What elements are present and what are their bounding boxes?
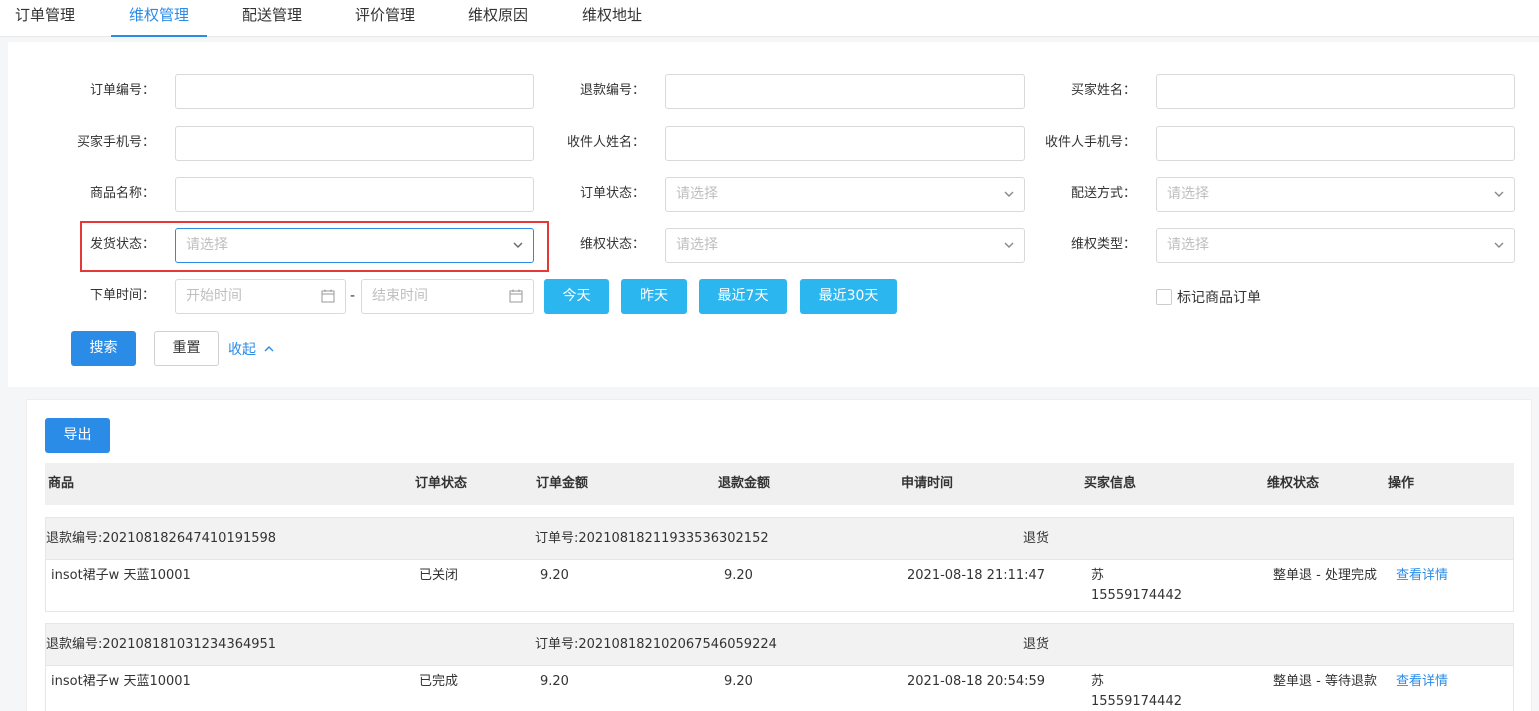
start-time-placeholder: 开始时间	[186, 288, 242, 304]
refund-no-label: 退款编号：	[579, 83, 645, 98]
refund-type: 退货	[1023, 637, 1050, 652]
tab-rights-address[interactable]: 维权地址	[582, 0, 642, 37]
product-name: insot裙子w 天蓝10001	[51, 674, 191, 689]
rights-type-label: 维权类型：	[1070, 237, 1136, 252]
rights-status-placeholder: 请选择	[676, 237, 718, 253]
th-action: 操作	[1388, 476, 1415, 491]
last-7-days-button[interactable]: 最近7天	[699, 279, 787, 314]
delivery-method-select[interactable]: 请选择	[1156, 177, 1515, 212]
collapse-link[interactable]: 收起	[228, 339, 274, 359]
refund-type: 退货	[1023, 531, 1050, 546]
calendar-icon	[509, 289, 523, 303]
tab-review-management[interactable]: 评价管理	[355, 0, 415, 37]
refund-amount: 9.20	[724, 568, 753, 583]
chevron-down-icon	[1494, 240, 1504, 250]
product-name-label: 商品名称：	[89, 186, 155, 201]
yesterday-button[interactable]: 昨天	[621, 279, 687, 314]
ship-status-placeholder: 请选择	[186, 237, 228, 253]
buyer-phone: 15559174442	[1091, 588, 1182, 603]
filter-panel: 订单编号： 退款编号： 买家姓名： 买家手机号： 收件人姓名： 收件人手机号： …	[8, 42, 1539, 387]
th-order-status: 订单状态	[415, 476, 468, 491]
order-status-label: 订单状态：	[579, 186, 645, 201]
view-details-link[interactable]: 查看详情	[1396, 673, 1448, 691]
th-refund-amount: 退款金额	[718, 476, 771, 491]
start-time-input[interactable]: 开始时间	[175, 279, 346, 314]
order-card-header: 退款编号:202108181031234364951 订单号:202108182…	[46, 624, 1513, 666]
order-status-select[interactable]: 请选择	[665, 177, 1025, 212]
last-30-days-button[interactable]: 最近30天	[800, 279, 897, 314]
tab-rights-management[interactable]: 维权管理	[111, 0, 208, 37]
rights-status-label: 维权状态：	[579, 237, 645, 252]
receiver-phone-label: 收件人手机号：	[1044, 135, 1136, 150]
rights-type-placeholder: 请选择	[1167, 237, 1209, 253]
rights-status: 整单退 - 处理完成	[1273, 568, 1377, 583]
rights-type-select[interactable]: 请选择	[1156, 228, 1515, 263]
delivery-method-label: 配送方式：	[1070, 186, 1136, 201]
tab-order-management[interactable]: 订单管理	[15, 0, 75, 37]
chevron-down-icon	[1494, 189, 1504, 199]
order-status-placeholder: 请选择	[676, 186, 718, 202]
order-amount: 9.20	[540, 568, 569, 583]
table-header: 商品 订单状态 订单金额 退款金额 申请时间 买家信息 维权状态 操作	[45, 463, 1514, 505]
refund-number: 退款编号:202108181031234364951	[46, 637, 277, 652]
rights-status: 整单退 - 等待退款	[1273, 674, 1377, 689]
chevron-up-icon	[264, 342, 274, 358]
buyer-phone-input[interactable]	[175, 126, 534, 161]
rights-status-select[interactable]: 请选择	[665, 228, 1025, 263]
buyer-name-input[interactable]	[1156, 74, 1515, 109]
receiver-name-input[interactable]	[665, 126, 1025, 161]
tab-rights-reasons[interactable]: 维权原因	[468, 0, 528, 37]
order-card: 退款编号:202108182647410191598 订单号:202108182…	[45, 517, 1514, 612]
refund-amount: 9.20	[724, 674, 753, 689]
list-panel: 导出 商品 订单状态 订单金额 退款金额 申请时间 买家信息 维权状态 操作 退…	[26, 399, 1532, 711]
apply-time: 2021-08-18 21:11:47	[907, 568, 1046, 583]
receiver-name-label: 收件人姓名：	[566, 135, 645, 150]
order-number: 订单号:202108182102067546059224	[535, 637, 777, 652]
order-status: 已关闭	[419, 568, 459, 583]
refund-number: 退款编号:202108182647410191598	[46, 531, 277, 546]
order-card: 退款编号:202108181031234364951 订单号:202108182…	[45, 623, 1514, 711]
buyer-phone: 15559174442	[1091, 694, 1182, 709]
end-time-placeholder: 结束时间	[372, 288, 428, 304]
order-no-label: 订单编号：	[89, 83, 155, 98]
order-time-label: 下单时间：	[89, 288, 155, 303]
product-name-input[interactable]	[175, 177, 534, 212]
tab-delivery-management[interactable]: 配送管理	[242, 0, 302, 37]
buyer-phone-label: 买家手机号：	[76, 135, 155, 150]
delivery-method-placeholder: 请选择	[1167, 186, 1209, 202]
mark-product-checkbox[interactable]	[1156, 289, 1172, 305]
ship-status-select[interactable]: 请选择	[175, 228, 534, 263]
reset-button[interactable]: 重置	[154, 331, 219, 366]
top-tabs: 订单管理 维权管理 配送管理 评价管理 维权原因 维权地址	[0, 0, 1539, 37]
mark-product-label: 标记商品订单	[1177, 290, 1261, 306]
export-button[interactable]: 导出	[45, 418, 110, 453]
th-buyer-info: 买家信息	[1084, 476, 1137, 491]
th-rights-status: 维权状态	[1267, 476, 1320, 491]
calendar-icon	[321, 289, 335, 303]
product-name: insot裙子w 天蓝10001	[51, 568, 191, 583]
collapse-label: 收起	[228, 342, 256, 358]
today-button[interactable]: 今天	[544, 279, 609, 314]
buyer-name: 苏	[1091, 568, 1105, 583]
th-order-amount: 订单金额	[536, 476, 589, 491]
order-status: 已完成	[419, 674, 459, 689]
buyer-name: 苏	[1091, 674, 1105, 689]
view-details-link[interactable]: 查看详情	[1396, 567, 1448, 585]
th-apply-time: 申请时间	[901, 476, 954, 491]
order-card-header: 退款编号:202108182647410191598 订单号:202108182…	[46, 518, 1513, 560]
date-range-dash: -	[350, 288, 356, 304]
end-time-input[interactable]: 结束时间	[361, 279, 534, 314]
th-product: 商品	[48, 476, 75, 491]
order-no-input[interactable]	[175, 74, 534, 109]
order-number: 订单号:20210818211933536302152	[535, 531, 769, 546]
receiver-phone-input[interactable]	[1156, 126, 1515, 161]
refund-no-input[interactable]	[665, 74, 1025, 109]
apply-time: 2021-08-18 20:54:59	[907, 674, 1046, 689]
order-amount: 9.20	[540, 674, 569, 689]
ship-status-label: 发货状态：	[89, 237, 155, 252]
buyer-name-label: 买家姓名：	[1070, 83, 1136, 98]
search-button[interactable]: 搜索	[71, 331, 136, 366]
